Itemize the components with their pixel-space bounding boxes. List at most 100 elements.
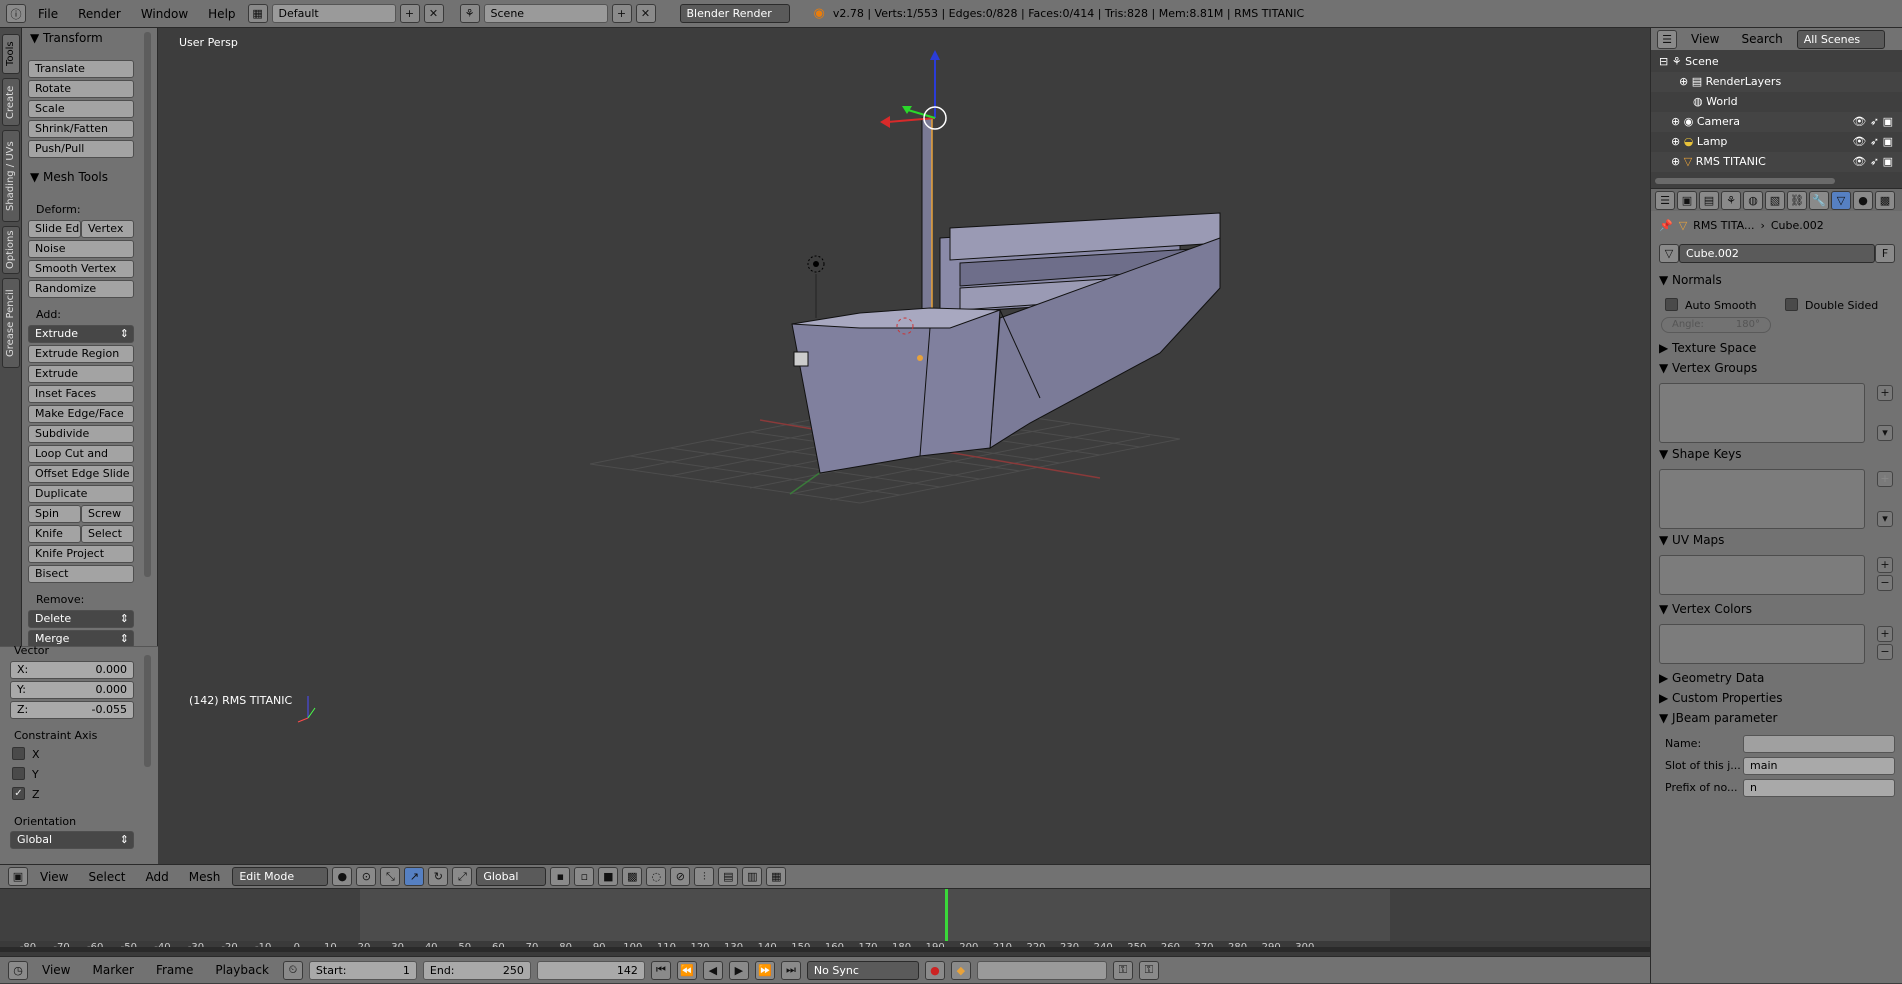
transform-panel-header[interactable]: ▼ Transform (30, 31, 103, 45)
editor-type-icon[interactable]: ☰ (1655, 190, 1675, 210)
orientation-select[interactable]: Global ⇕ (10, 831, 134, 849)
custom-properties-panel-header[interactable]: ▶ Custom Properties (1659, 691, 1782, 705)
operator-scrollbar[interactable] (144, 655, 151, 767)
add-scene-icon[interactable]: + (611, 4, 632, 23)
occlude-geometry-icon[interactable]: ▩ (622, 867, 643, 886)
menu-playback[interactable]: Playback (207, 957, 277, 984)
push-pull-button[interactable]: Push/Pull (28, 140, 134, 158)
visibility-icons[interactable]: 👁 ➶ ▣ (1852, 132, 1893, 152)
jump-start-icon[interactable]: ⏮ (650, 960, 671, 980)
fake-user-button[interactable]: F (1875, 244, 1895, 263)
visibility-icons[interactable]: 👁 ➶ ▣ (1852, 112, 1893, 132)
insert-keyframe-icon[interactable]: ⚿ (1112, 960, 1133, 980)
browse-mesh-icon[interactable]: ▽ (1659, 244, 1679, 263)
scale-manipulator-icon[interactable]: ⤢ (452, 867, 473, 886)
scene-icon[interactable]: ⚘ (459, 4, 480, 23)
3d-viewport[interactable]: User Persp (142) RMS TITANIC (160, 28, 1650, 864)
delete-select[interactable]: Delete ⇕ (28, 610, 134, 628)
angle-field[interactable]: Angle: 180° (1661, 317, 1771, 333)
vertex-colors-panel-header[interactable]: ▼ Vertex Colors (1659, 602, 1752, 616)
pin-icon[interactable]: 📌 (1659, 219, 1673, 232)
inset-faces-button[interactable]: Inset Faces (28, 385, 134, 403)
remove-icon[interactable]: − (1877, 644, 1893, 660)
loop-cut-button[interactable]: Loop Cut and Slide (28, 445, 134, 476)
extrude-region-button[interactable]: Extrude Region (28, 345, 134, 363)
axis-y-checkbox[interactable] (12, 767, 25, 780)
vertex-colors-list[interactable] (1659, 624, 1865, 664)
noise-button[interactable]: Noise (28, 240, 134, 258)
play-icon[interactable]: ▶ (728, 960, 749, 980)
remove-scene-icon[interactable]: ✕ (635, 4, 656, 23)
dropdown-icon[interactable]: ▾ (1877, 425, 1893, 441)
delete-keyframe-icon[interactable]: ⚿ (1138, 960, 1159, 980)
slide-vertex-button[interactable]: Vertex (81, 220, 134, 238)
tab-grease-pencil[interactable]: Grease Pencil (2, 278, 20, 368)
tab-tools[interactable]: Tools (2, 34, 20, 74)
render-layers-tab-icon[interactable]: ▤ (1699, 190, 1719, 210)
shrink-fatten-button[interactable]: Shrink/Fatten (28, 120, 134, 138)
axis-z-checkbox[interactable]: ✓ (12, 787, 25, 800)
shape-keys-list[interactable] (1659, 469, 1865, 529)
vertex-groups-panel-header[interactable]: ▼ Vertex Groups (1659, 361, 1757, 375)
auto-smooth-checkbox[interactable] (1665, 298, 1678, 311)
next-keyframe-icon[interactable]: ⏩ (754, 960, 775, 980)
clapper-icon[interactable]: ▦ (766, 867, 787, 886)
world-tab-icon[interactable]: ◍ (1743, 190, 1763, 210)
menu-add[interactable]: Add (138, 865, 177, 889)
expand-icon[interactable]: ⊕ (1671, 115, 1680, 128)
jump-end-icon[interactable]: ⏭ (780, 960, 801, 980)
extrude-individual-button[interactable]: Extrude Individual (28, 365, 134, 396)
outliner-item-renderlayers[interactable]: ⊕ ▤ RenderLayers (1651, 72, 1902, 92)
subdivide-button[interactable]: Subdivide (28, 425, 134, 443)
info-editor-icon[interactable]: ⓘ (6, 4, 26, 23)
remove-icon[interactable]: − (1877, 575, 1893, 591)
add-icon[interactable]: + (1877, 471, 1893, 487)
menu-window[interactable]: Window (133, 0, 196, 28)
outliner-item-world[interactable]: ◍ World (1651, 92, 1902, 112)
scene-field[interactable]: Scene (483, 4, 608, 23)
uv-maps-list[interactable] (1659, 555, 1865, 595)
transform-orientation-select[interactable]: Global (476, 867, 547, 886)
material-tab-icon[interactable]: ● (1853, 190, 1873, 210)
scale-button[interactable]: Scale (28, 100, 134, 118)
current-frame-indicator[interactable] (945, 889, 948, 941)
screw-button[interactable]: Screw (81, 505, 134, 523)
menu-view[interactable]: View (34, 957, 78, 984)
viewport-shading-icon[interactable]: ● (332, 867, 353, 886)
keying-set-field[interactable] (976, 960, 1107, 980)
tab-create[interactable]: Create (2, 78, 20, 126)
menu-view[interactable]: View (1683, 28, 1727, 50)
screen-layout-field[interactable]: Default (271, 4, 396, 23)
uv-maps-panel-header[interactable]: ▼ UV Maps (1659, 533, 1724, 547)
rotate-manipulator-icon[interactable]: ↻ (428, 867, 449, 886)
duplicate-button[interactable]: Duplicate (28, 485, 134, 503)
object-tab-icon[interactable]: ▧ (1765, 190, 1785, 210)
menu-marker[interactable]: Marker (84, 957, 141, 984)
outliner-item-lamp[interactable]: ⊕ ◒ Lamp 👁 ➶ ▣ (1651, 132, 1902, 152)
shape-keys-panel-header[interactable]: ▼ Shape Keys (1659, 447, 1741, 461)
add-icon[interactable]: + (1877, 626, 1893, 642)
expand-icon[interactable]: ⊕ (1679, 75, 1688, 88)
menu-search[interactable]: Search (1733, 28, 1790, 50)
face-select-icon[interactable]: ■ (598, 867, 619, 886)
vector-y-field[interactable]: Y: 0.000 (10, 681, 134, 699)
translate-button[interactable]: Translate (28, 60, 134, 78)
remove-layout-icon[interactable]: ✕ (423, 4, 444, 23)
snap-icon[interactable]: ⊘ (670, 867, 691, 886)
tab-shading-uvs[interactable]: Shading / UVs (2, 130, 20, 222)
expand-icon[interactable]: ⊕ (1671, 135, 1680, 148)
preview-range-icon[interactable]: ⏲ (282, 960, 303, 980)
edge-select-icon[interactable]: ▫ (574, 867, 595, 886)
outliner-scrollbar[interactable] (1655, 178, 1835, 184)
vertex-groups-list[interactable] (1659, 383, 1865, 443)
randomize-button[interactable]: Randomize (28, 280, 134, 298)
mesh-name-field[interactable]: Cube.002 (1679, 244, 1875, 263)
start-frame-field[interactable]: Start: 1 (308, 960, 417, 980)
pivot-point-icon[interactable]: ⊙ (356, 867, 377, 886)
menu-view[interactable]: View (32, 865, 76, 889)
outliner-item-rms-titanic[interactable]: ⊕ ▽ RMS TITANIC 👁 ➶ ▣ (1651, 152, 1902, 172)
texture-space-panel-header[interactable]: ▶ Texture Space (1659, 341, 1756, 355)
vector-z-field[interactable]: Z: -0.055 (10, 701, 134, 719)
texture-tab-icon[interactable]: ▩ (1875, 190, 1895, 210)
mesh-tools-panel-header[interactable]: ▼ Mesh Tools (30, 170, 108, 184)
